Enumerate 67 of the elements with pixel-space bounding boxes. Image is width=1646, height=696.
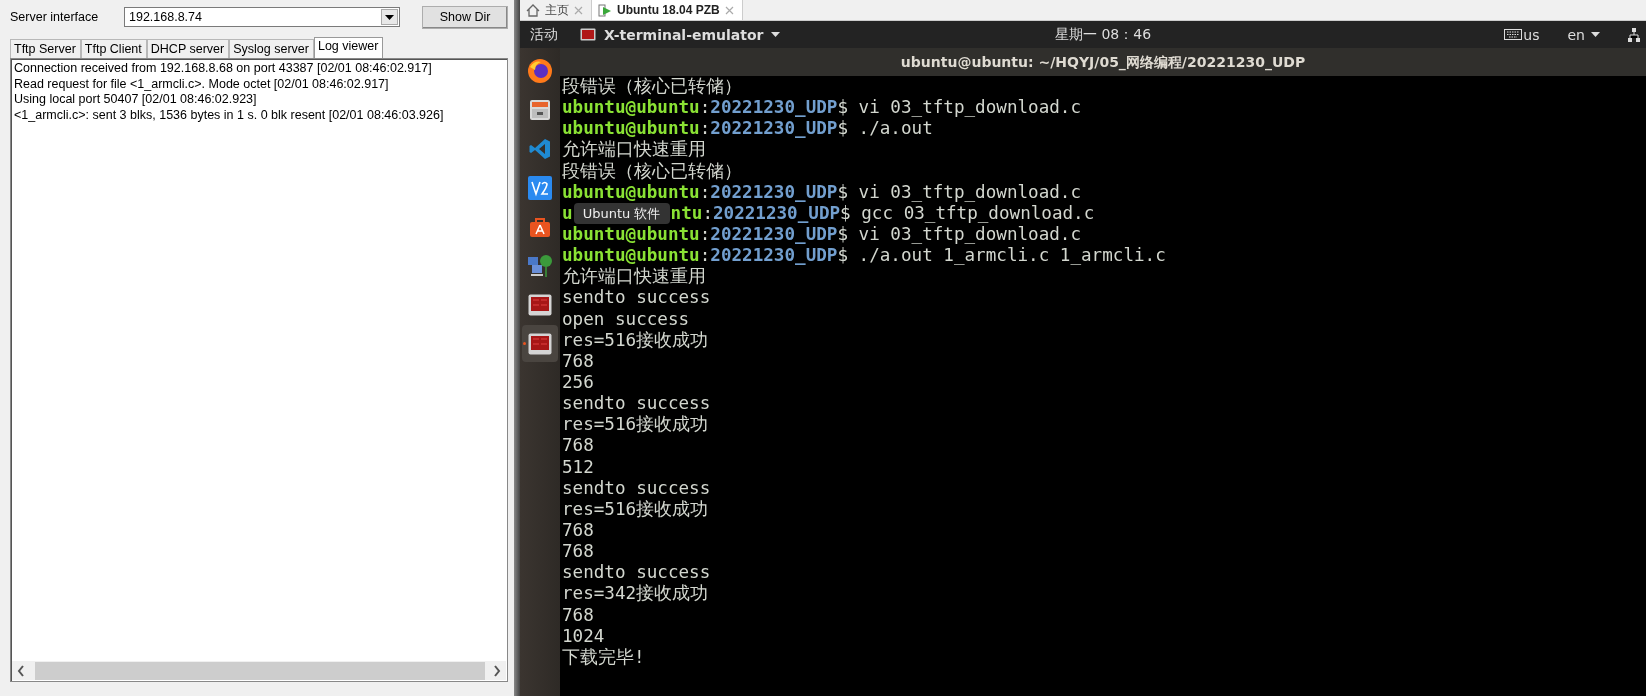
prompt-text: u bbox=[562, 202, 573, 223]
terminal-line: 768 bbox=[562, 519, 595, 542]
interface-dropdown[interactable]: 192.168.8.74 bbox=[124, 7, 400, 27]
terminal-line: res=516接收成功 bbox=[562, 329, 710, 351]
tab[interactable]: Tftp Server bbox=[10, 39, 81, 58]
terminal-line: 768 bbox=[562, 350, 595, 372]
keyboard-icon bbox=[1504, 29, 1523, 40]
terminal-line: sendto success bbox=[562, 287, 712, 309]
log-line: Using local port 50407 [02/01 08:46:02.923] bbox=[14, 92, 258, 108]
scroll-right-icon[interactable] bbox=[493, 664, 501, 677]
terminal-line: sendto success bbox=[562, 562, 712, 584]
terminal-icon bbox=[580, 28, 596, 41]
terminal-line: res=516接收成功 bbox=[562, 414, 710, 436]
terminal-line: open success bbox=[562, 308, 691, 330]
terminal-icon bbox=[528, 332, 552, 355]
show-dir-button[interactable]: Show Dir bbox=[422, 5, 508, 29]
keyboard-layout[interactable]: us bbox=[1504, 26, 1540, 43]
terminal-line: ubuntu@ubuntu:20221230_UDP$ vi 03_tftp_download.c bbox=[562, 181, 1083, 203]
log-line: <1_armcli.c>: sent 3 blks, 1536 bytes in 1 s. 0 blk resent [02/01 08:46:03.926] bbox=[14, 107, 445, 124]
dropdown-arrow-icon bbox=[385, 14, 394, 20]
activities-button[interactable]: 活动 bbox=[530, 25, 558, 44]
terminal-line: sendto success bbox=[562, 477, 712, 499]
network-icon[interactable] bbox=[1628, 27, 1640, 42]
terminal-line: res=342接收成功 bbox=[562, 583, 710, 605]
scroll-left-icon[interactable] bbox=[17, 664, 25, 677]
tab[interactable]: Syslog server bbox=[229, 39, 314, 58]
dock-item[interactable] bbox=[522, 325, 558, 362]
terminal-line: 1024 bbox=[562, 625, 606, 647]
terminal-line: 允许端口快速重用 bbox=[562, 139, 707, 161]
window-title: ubuntu@ubuntu: ~/HQYJ/05_网络编程/20221230_UDP bbox=[560, 48, 1646, 76]
terminal-line: 段错误（核心已转储） bbox=[562, 160, 743, 182]
terminal-line: res=516接收成功 bbox=[562, 498, 710, 520]
log-line: Read request for file <1_armcli.c>. Mode octet [02/01 08:46:02.917] bbox=[14, 76, 390, 93]
home-icon bbox=[526, 3, 540, 17]
language-menu[interactable]: en bbox=[1567, 26, 1600, 43]
terminal-icon bbox=[528, 293, 552, 316]
log-line: Connection received from 192.168.8.68 on port 43387 [02/01 08:46:02.917] bbox=[14, 61, 433, 77]
clock[interactable]: 星期一 08：46 bbox=[1054, 25, 1152, 44]
vm-tab[interactable]: Ubuntu 18.04 PZB bbox=[592, 0, 743, 20]
play-icon bbox=[598, 3, 612, 17]
file-cabinet-icon bbox=[528, 97, 552, 122]
tab[interactable]: Log viewer bbox=[313, 37, 384, 58]
terminal-line: ubuntu@ubuntu:20221230_UDP$ ./a.out bbox=[562, 118, 934, 140]
terminal-line: 768 bbox=[562, 604, 595, 626]
terminal-line: ubuntu@ubuntu:20221230_UDP$ vi 03_tftp_download.c bbox=[562, 224, 1083, 246]
code-editor-icon bbox=[528, 136, 552, 161]
caret-icon bbox=[1591, 32, 1600, 37]
globe-fox-icon bbox=[527, 57, 553, 84]
terminal-line: 512 bbox=[562, 456, 595, 478]
network-computers-icon bbox=[527, 252, 553, 279]
caret-icon bbox=[771, 32, 781, 37]
app-icon bbox=[528, 175, 552, 200]
terminal-line: 段错误（核心已转储） bbox=[562, 76, 743, 98]
tooltip: Ubuntu 软件 bbox=[573, 202, 670, 224]
terminal-line: sendto success bbox=[562, 393, 712, 415]
terminal-line: 下载完毕! bbox=[562, 646, 646, 668]
terminal-line: 允许端口快速重用 bbox=[562, 266, 707, 288]
terminal-line: 768 bbox=[562, 541, 595, 563]
terminal-line: 768 bbox=[562, 435, 595, 457]
terminal-line: ubuntu@ubuntu:20221230_UDP$ vi 03_tftp_download.c bbox=[562, 97, 1083, 119]
terminal-line: ubuntu@ubuntu:20221230_UDP$ ./a.out 1_armcli.c 1_armcli.c bbox=[562, 245, 1167, 267]
terminal-line: ntu:20221230_UDP$ gcc 03_tftp_download.c bbox=[670, 202, 1095, 223]
server-interface-label: Server interface bbox=[10, 10, 100, 24]
tab[interactable]: Tftp Client bbox=[80, 39, 147, 58]
app-menu[interactable]: X-terminal-emulator bbox=[580, 26, 781, 43]
tab[interactable]: DHCP server bbox=[146, 39, 230, 58]
terminal-line: 256 bbox=[562, 371, 595, 394]
